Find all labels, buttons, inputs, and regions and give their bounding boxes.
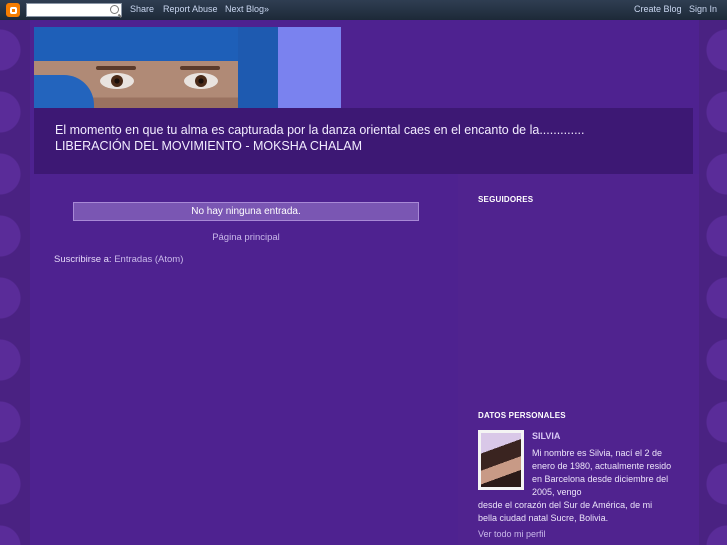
subscribe-atom-link[interactable]: Entradas (Atom) xyxy=(114,254,183,265)
description-line-1: El momento en que tu alma es capturada p… xyxy=(55,123,585,137)
no-posts-message: No hay ninguna entrada. xyxy=(73,202,419,221)
profile-name-link[interactable]: SILVIA xyxy=(532,431,560,441)
profile-widget-title: DATOS PERSONALES xyxy=(478,411,566,420)
create-blog-link[interactable]: Create Blog xyxy=(634,4,682,14)
next-blog-link[interactable]: Next Blog» xyxy=(225,4,269,14)
home-page-link[interactable]: Página principal xyxy=(73,232,419,243)
sidebar: SEGUIDORES DATOS PERSONALES SILVIA Mi no… xyxy=(458,174,699,545)
blog-description: El momento en que tu alma es capturada p… xyxy=(34,108,693,174)
report-abuse-link[interactable]: Report Abuse xyxy=(163,4,218,14)
header-image[interactable] xyxy=(34,27,341,115)
subscribe-row: Suscribirse a: Entradas (Atom) xyxy=(54,254,183,265)
sign-in-link[interactable]: Sign In xyxy=(689,4,717,14)
header-photo xyxy=(34,27,278,115)
header-color-block xyxy=(278,27,341,115)
search-input[interactable] xyxy=(26,3,122,17)
share-link[interactable]: Share xyxy=(130,4,154,14)
profile-about-full: desde el corazón del Sur de América, de … xyxy=(478,500,653,523)
blog-container: El momento en que tu alma es capturada p… xyxy=(30,20,699,545)
blogger-logo-icon[interactable] xyxy=(6,3,20,17)
followers-widget-title: SEGUIDORES xyxy=(478,195,534,204)
right-pattern-background xyxy=(699,20,727,545)
left-pattern-background xyxy=(0,20,30,545)
profile-about-indented: Mi nombre es Silvia, nací el 2 de enero … xyxy=(532,448,672,497)
subscribe-label: Suscribirse a: xyxy=(54,254,112,265)
description-line-2: LIBERACIÓN DEL MOVIMIENTO - MOKSHA CHALA… xyxy=(55,139,363,153)
search-icon[interactable] xyxy=(110,5,119,14)
profile-about: Mi nombre es Silvia, nací el 2 de enero … xyxy=(478,447,673,525)
view-full-profile-link[interactable]: Ver todo mi perfil xyxy=(478,529,546,539)
blogger-navbar: Share Report Abuse Next Blog» Create Blo… xyxy=(0,0,727,20)
